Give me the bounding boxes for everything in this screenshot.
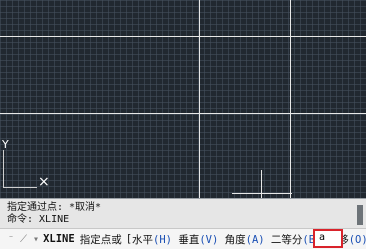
command-history: 指定通过点: *取消* 命令: XLINE	[0, 198, 366, 228]
ucs-x-axis-icon	[3, 187, 37, 188]
option-horizontal[interactable]: 水平(H)	[132, 232, 172, 247]
command-name: XLINE	[43, 233, 75, 245]
history-line-1: 指定通过点: *取消*	[7, 202, 102, 213]
crosshair-horizontal	[232, 193, 292, 194]
command-prompt: 指定点或	[79, 233, 122, 246]
vertical-xline-right	[290, 0, 291, 198]
command-icon[interactable]: ⁻ ⟋ ▾	[8, 234, 39, 245]
vertical-xline-left	[199, 0, 200, 198]
horizontal-xline-top	[0, 36, 366, 37]
option-angle[interactable]: 角度(A)	[225, 232, 265, 247]
horizontal-xline-middle	[0, 113, 366, 114]
history-scrollbar[interactable]	[357, 205, 363, 225]
option-vertical[interactable]: 垂直(V)	[178, 232, 218, 247]
command-input[interactable]: a	[313, 229, 343, 248]
ucs-y-axis-icon	[3, 150, 4, 188]
drawing-canvas[interactable]: Y ×	[0, 0, 366, 198]
crosshair-vertical	[261, 170, 262, 198]
command-line[interactable]: ⁻ ⟋ ▾ XLINE 指定点或 [ 水平(H) 垂直(V) 角度(A) 二等分…	[0, 228, 366, 249]
ucs-x-marker-icon: ×	[38, 174, 50, 190]
history-line-2: 命令: XLINE	[7, 214, 70, 225]
